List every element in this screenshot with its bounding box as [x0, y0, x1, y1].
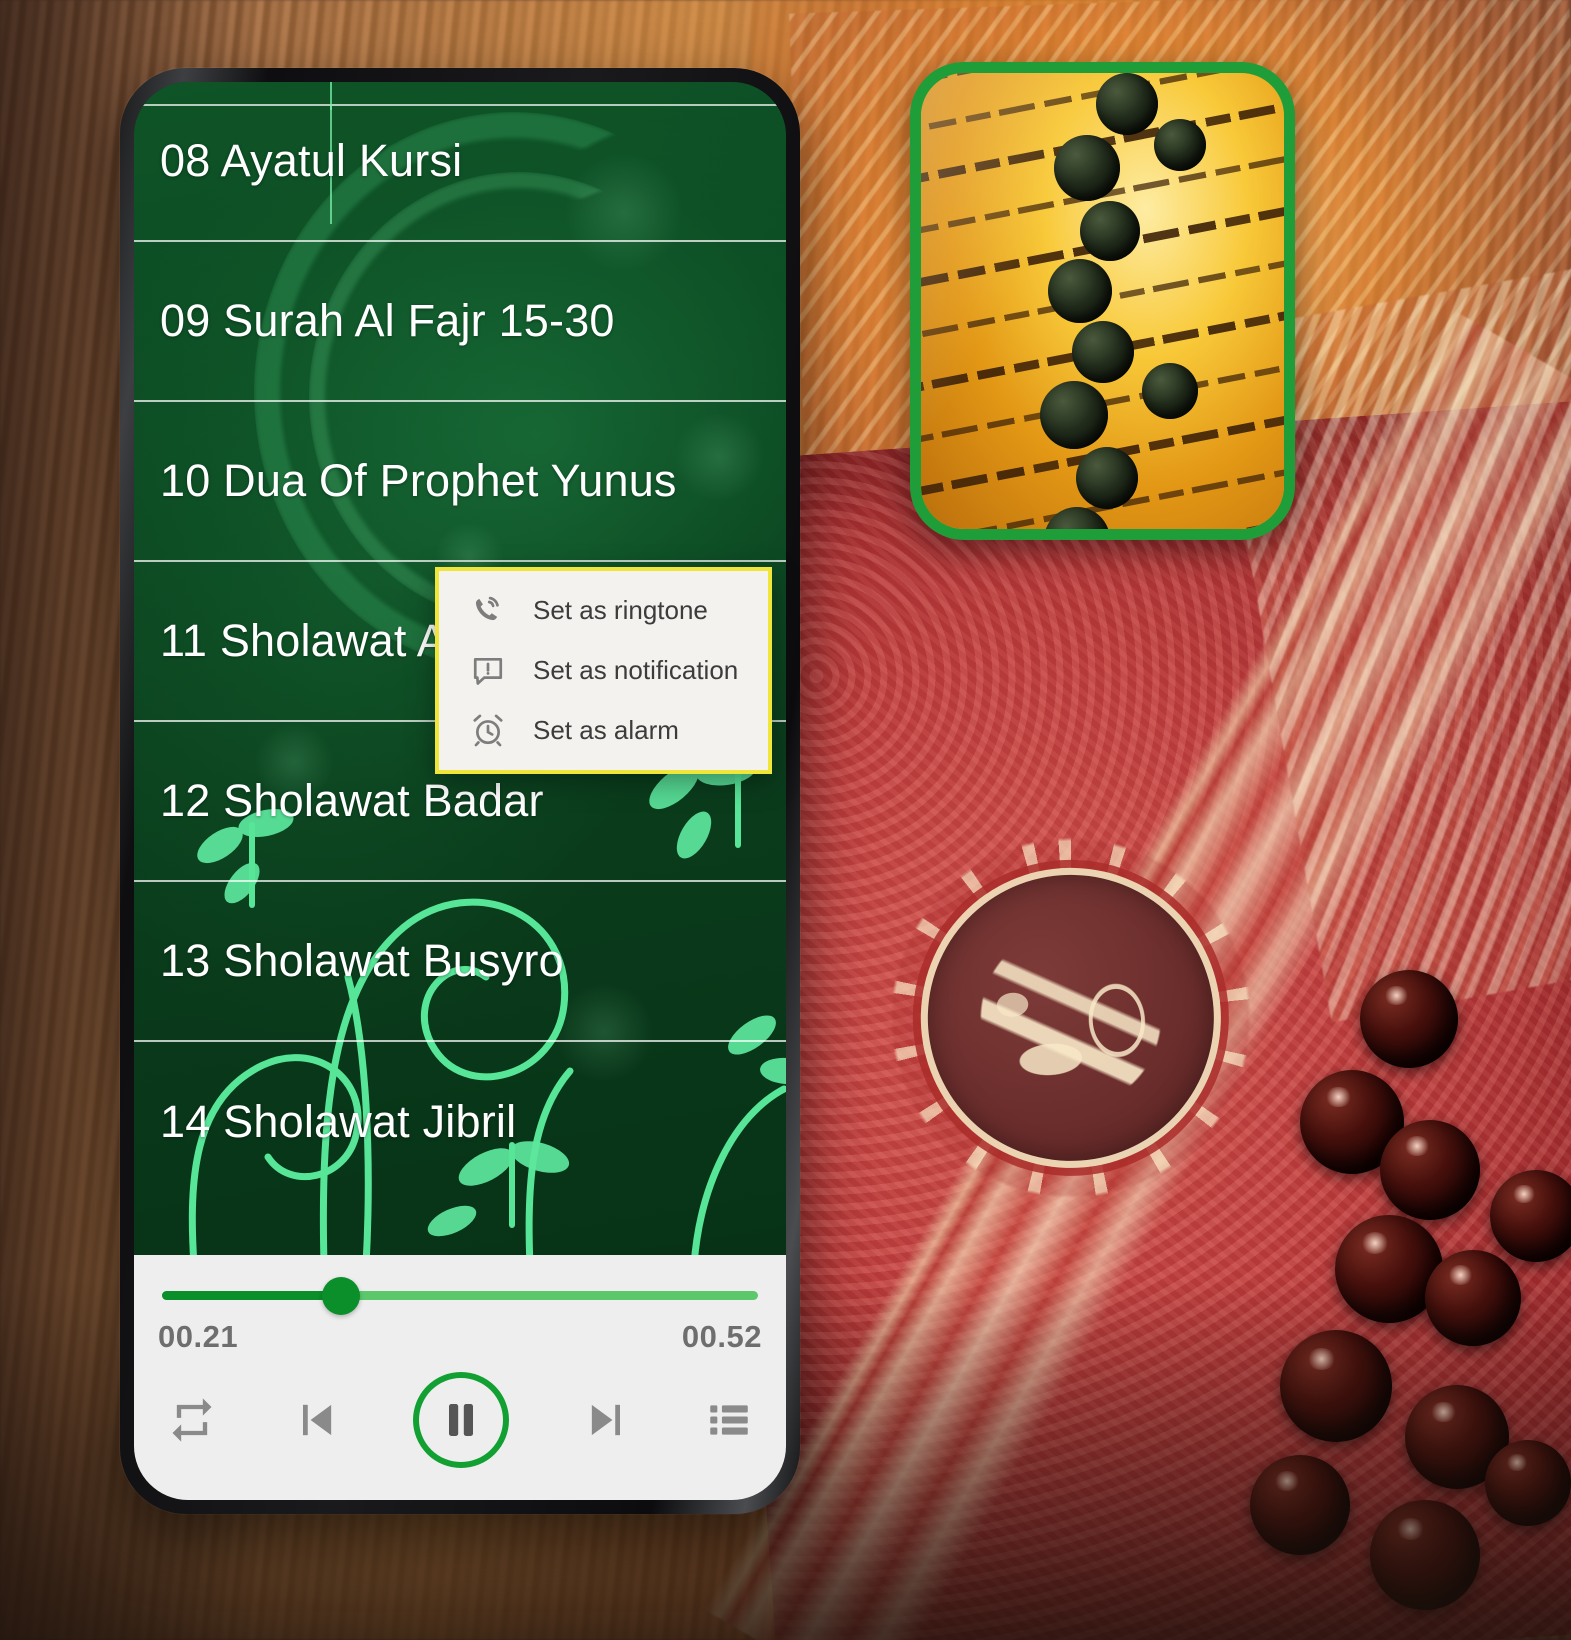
track-title: 13 Sholawat Busyro: [160, 935, 564, 986]
next-track-icon: [581, 1394, 633, 1446]
menu-item-label: Set as ringtone: [533, 595, 708, 626]
ringtone-phone-icon: [469, 592, 507, 630]
menu-item-label: Set as notification: [533, 655, 739, 685]
alarm-clock-icon: [469, 711, 507, 749]
track-title: 12 Sholawat Badar: [160, 775, 544, 826]
notification-chat-icon: [469, 652, 507, 690]
track-row[interactable]: 08 Ayatul Kursi: [134, 82, 786, 242]
quran-app-icon[interactable]: [910, 62, 1295, 540]
track-row[interactable]: 14 Sholawat Jibril: [134, 1042, 786, 1202]
icon-gloss-overlay: [921, 73, 1284, 529]
track-title: 08 Ayatul Kursi: [160, 135, 463, 186]
next-track-button[interactable]: [581, 1394, 633, 1446]
playlist-icon: [704, 1395, 754, 1445]
playlist-button[interactable]: [704, 1395, 754, 1445]
track-row[interactable]: 09 Surah Al Fajr 15-30: [134, 242, 786, 402]
menu-item-set-as-alarm[interactable]: Set as alarm: [439, 700, 768, 760]
previous-track-icon: [290, 1394, 342, 1446]
player-bar: 00.21 00.52: [134, 1255, 786, 1500]
book-medallion: [804, 751, 1338, 1285]
pause-icon: [437, 1396, 485, 1444]
previous-track-button[interactable]: [290, 1394, 342, 1446]
track-title: 09 Surah Al Fajr 15-30: [160, 295, 615, 346]
menu-item-set-as-notification[interactable]: Set as notification: [439, 641, 768, 701]
repeat-button[interactable]: [166, 1394, 218, 1446]
repeat-icon: [166, 1394, 218, 1446]
medallion-inner-circle: [910, 857, 1231, 1178]
menu-item-label: Set as alarm: [533, 714, 679, 745]
pause-button[interactable]: [413, 1371, 509, 1468]
seek-thumb[interactable]: [321, 1277, 360, 1315]
phone-screen: 08 Ayatul Kursi 09 Surah Al Fajr 15-30 1…: [134, 82, 786, 1500]
track-row[interactable]: 10 Dua Of Prophet Yunus: [134, 402, 786, 562]
seek-bar[interactable]: [158, 1255, 762, 1331]
context-menu[interactable]: Set as ringtone Set as notification Set …: [435, 567, 772, 774]
track-title: 11 Sholawat A: [160, 615, 447, 666]
track-row[interactable]: 13 Sholawat Busyro: [134, 882, 786, 1042]
track-title: 14 Sholawat Jibril: [160, 1096, 517, 1147]
phone-mockup: 08 Ayatul Kursi 09 Surah Al Fajr 15-30 1…: [120, 68, 800, 1514]
seek-fill: [162, 1291, 341, 1300]
arabic-calligraphy: [918, 865, 1224, 1171]
track-title: 10 Dua Of Prophet Yunus: [160, 455, 677, 506]
player-controls: [158, 1355, 762, 1500]
menu-item-set-as-ringtone[interactable]: Set as ringtone: [439, 581, 768, 641]
